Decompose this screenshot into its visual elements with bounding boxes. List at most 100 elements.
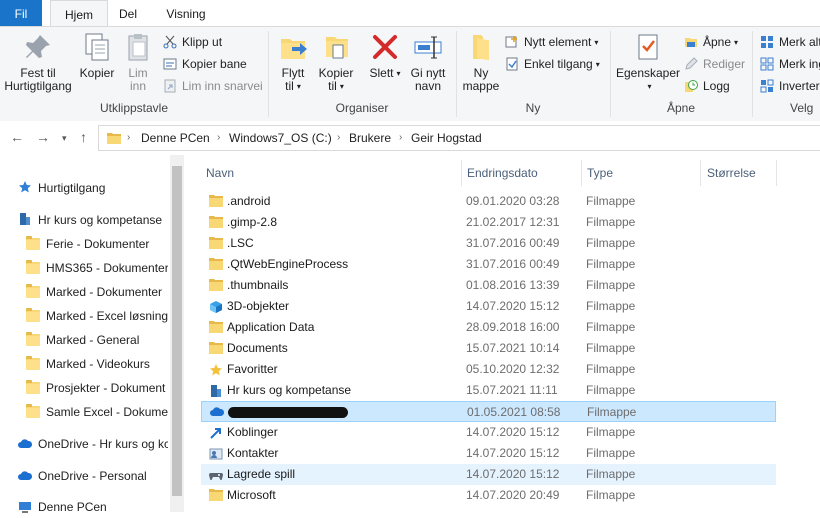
breadcrumb-user[interactable]: Geir Hogstad — [411, 126, 482, 150]
move-to-button[interactable]: Flytt til ▾ — [276, 31, 310, 93]
open-label: Åpne — [703, 35, 732, 49]
column-divider[interactable] — [461, 160, 462, 186]
column-divider[interactable] — [776, 160, 777, 186]
paste-shortcut-button[interactable]: Lim inn snarvei — [163, 77, 263, 95]
file-row[interactable]: Microsoft 14.07.2020 20:49 Filmappe — [201, 485, 776, 506]
column-divider[interactable] — [581, 160, 582, 186]
file-name: .thumbnails — [227, 278, 289, 292]
navpane-scrollbar-thumb[interactable] — [172, 166, 182, 496]
select-all-label: Merk alt — [779, 35, 820, 49]
link-icon — [209, 426, 223, 439]
navpane-item-quick-access[interactable]: Hurtigtilgang — [18, 177, 168, 199]
navpane-item-onedrive-business[interactable]: OneDrive - Hr kurs og kc — [18, 433, 168, 455]
navpane-item-folder[interactable]: Marked - General — [26, 329, 168, 351]
file-row[interactable]: .android 09.01.2020 03:28 Filmappe — [201, 191, 776, 212]
easy-access-icon — [505, 57, 519, 71]
file-date: 09.01.2020 03:28 — [466, 194, 560, 208]
file-row[interactable]: Favoritter 05.10.2020 12:32 Filmappe — [201, 359, 776, 380]
breadcrumb-drive[interactable]: Windows7_OS (C:) — [229, 126, 332, 150]
recent-locations-chevron-icon[interactable]: ▾ — [62, 133, 67, 144]
address-bar[interactable]: › Denne PCen › Windows7_OS (C:) › Bruker… — [98, 125, 820, 151]
new-folder-icon — [465, 31, 497, 63]
file-type: Filmappe — [586, 383, 636, 397]
open-button[interactable]: Åpne ▾ — [684, 33, 738, 51]
breadcrumb-brukere[interactable]: Brukere — [349, 126, 391, 150]
breadcrumb-denne-pcen[interactable]: Denne PCen — [141, 126, 210, 150]
column-header-size[interactable]: Størrelse — [707, 160, 756, 186]
file-row[interactable]: 3D-objekter 14.07.2020 15:12 Filmappe — [201, 296, 776, 317]
column-header-name[interactable]: Navn — [206, 160, 234, 186]
file-row[interactable]: .thumbnails 01.08.2016 13:39 Filmappe — [201, 275, 776, 296]
rename-label-2: navn — [414, 79, 442, 93]
navpane-item-folder[interactable]: HMS365 - Dokumenter — [26, 257, 168, 279]
breadcrumb-chevron-icon[interactable]: › — [337, 126, 340, 150]
file-row[interactable]: .LSC 31.07.2016 00:49 Filmappe — [201, 233, 776, 254]
forward-arrow-icon[interactable]: → — [36, 129, 50, 145]
new-folder-label-2: mappe — [462, 79, 500, 93]
cut-button[interactable]: Klipp ut — [163, 33, 222, 51]
navpane-item-folder[interactable]: Marked - Dokumenter — [26, 281, 168, 303]
file-type: Filmappe — [586, 194, 636, 208]
breadcrumb-chevron-icon[interactable]: › — [217, 126, 220, 150]
file-row[interactable]: .gimp-2.8 21.02.2017 12:31 Filmappe — [201, 212, 776, 233]
new-group-label: Ny — [525, 101, 541, 115]
file-row[interactable]: Documents 15.07.2021 10:14 Filmappe — [201, 338, 776, 359]
navpane-item-folder[interactable]: Prosjekter - Dokument — [26, 377, 168, 399]
navpane-item-folder[interactable]: Marked - Excel løsning — [26, 305, 168, 327]
rename-button[interactable]: Gi nytt navn — [406, 31, 450, 93]
properties-button[interactable]: Egenskaper ▾ — [614, 31, 682, 93]
building-icon — [18, 211, 32, 225]
breadcrumb-chevron-icon[interactable]: › — [399, 126, 402, 150]
breadcrumb-chevron-icon[interactable]: › — [127, 126, 130, 150]
tab-hjem[interactable]: Hjem — [50, 0, 108, 28]
navpane-item-this-pc[interactable]: Denne PCen — [18, 496, 168, 518]
folder-icon — [26, 380, 40, 394]
file-type: Filmappe — [586, 446, 636, 460]
delete-button[interactable]: Slett ▾ — [368, 31, 402, 80]
navpane-item-folder[interactable]: Marked - Videokurs — [26, 353, 168, 375]
navpane-item-onedrive-personal[interactable]: OneDrive - Personal — [18, 465, 168, 487]
file-row[interactable]: Lagrede spill 14.07.2020 15:12 Filmappe — [201, 464, 776, 485]
edit-icon — [684, 57, 698, 71]
copy-to-button[interactable]: Kopier til ▾ — [316, 31, 356, 93]
invert-selection-button[interactable]: Inverter — [760, 77, 820, 95]
file-row[interactable]: Hr kurs og kompetanse 15.07.2021 11:11 Fil… — [201, 380, 776, 401]
organize-group-label: Organiser — [335, 101, 389, 115]
file-row[interactable]: Koblinger 14.07.2020 15:12 Filmappe — [201, 422, 776, 443]
open-group-label: Åpne — [666, 101, 696, 115]
column-header-date[interactable]: Endringsdato — [467, 160, 538, 186]
column-header-type[interactable]: Type — [587, 160, 613, 186]
file-row[interactable]: Kontakter 14.07.2020 15:12 Filmappe — [201, 443, 776, 464]
file-row[interactable]: 01.05.2021 08:58 Filmappe — [201, 401, 776, 422]
navpane-label: Samle Excel - Dokumer — [46, 405, 168, 419]
tab-fil[interactable]: Fil — [0, 0, 42, 26]
tab-del[interactable]: Del — [110, 0, 146, 26]
easy-access-button[interactable]: Enkel tilgang ▾ — [505, 55, 600, 73]
copy-button[interactable]: Kopier — [77, 31, 117, 80]
select-all-button[interactable]: Merk alt — [760, 33, 820, 51]
new-item-button[interactable]: Nytt element ▾ — [505, 33, 598, 51]
column-divider[interactable] — [700, 160, 701, 186]
tab-visning[interactable]: Visning — [158, 0, 214, 26]
group-divider — [752, 31, 753, 117]
new-folder-button[interactable]: Ny mappe — [460, 31, 502, 93]
up-arrow-icon[interactable]: ↑ — [80, 129, 87, 145]
history-icon — [684, 79, 698, 93]
file-row[interactable]: Application Data 28.09.2018 16:00 Filmappe — [201, 317, 776, 338]
file-date: 14.07.2020 15:12 — [466, 425, 560, 439]
navpane-item-folder[interactable]: Samle Excel - Dokumer — [26, 401, 168, 423]
edit-button[interactable]: Rediger — [684, 55, 745, 73]
history-button[interactable]: Logg — [684, 77, 730, 95]
select-none-button[interactable]: Merk ing — [760, 55, 820, 73]
file-row[interactable]: .QtWebEngineProcess 31.07.2016 00:49 Filma… — [201, 254, 776, 275]
file-type: Filmappe — [586, 467, 636, 481]
scissors-icon — [163, 35, 177, 49]
copy-path-button[interactable]: Kopier bane — [163, 55, 247, 73]
pin-quick-access-button[interactable]: Fest til Hurtigtilgang — [0, 31, 76, 93]
paste-button[interactable]: Lim inn — [120, 31, 156, 93]
back-arrow-icon[interactable]: ← — [10, 129, 24, 145]
navpane-item-folder[interactable]: Ferie - Dokumenter — [26, 233, 168, 255]
easy-access-label: Enkel tilgang — [524, 57, 593, 71]
delete-label: Slett — [369, 66, 394, 80]
navpane-item-hr-kurs[interactable]: Hr kurs og kompetanse — [18, 209, 168, 231]
